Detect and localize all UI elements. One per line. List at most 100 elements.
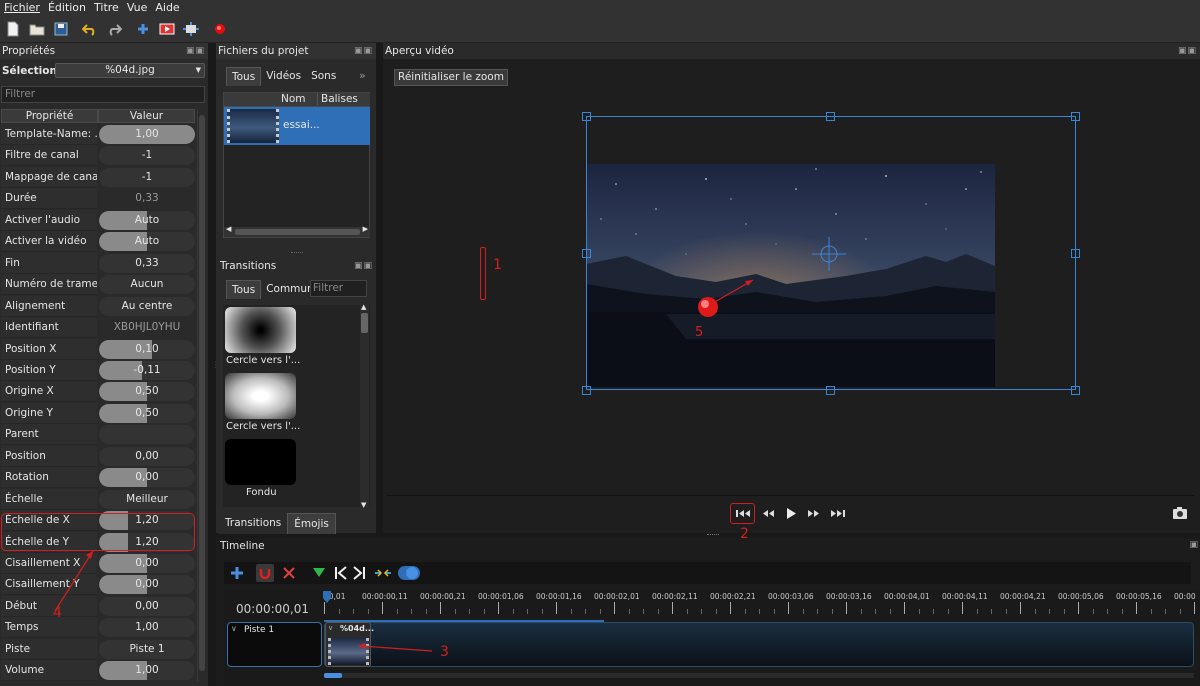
property-value[interactable] [99,425,195,445]
column-header-value[interactable]: Valeur [98,109,195,123]
timeline-ruler[interactable]: 00,01 00:00:00,11 00:00:00,21 00:00:01,06 00… [324,590,1196,618]
property-value[interactable]: 0,00 [99,446,195,466]
scroll-down-icon[interactable]: ▼ [361,501,366,509]
property-row[interactable]: Fin 0,33 [1,252,197,274]
zoom-slider-handle[interactable] [406,567,418,579]
property-row[interactable]: Temps 1,00 [1,617,197,639]
crosshair-icon[interactable] [812,237,846,271]
dock-float-close-icon[interactable]: ▣▣ [1178,43,1197,59]
dock-float-close-icon[interactable]: ▣ [1189,540,1198,550]
property-row[interactable]: Origine Y 0,50 [1,402,197,424]
timeline-hscrollbar[interactable] [324,673,1194,678]
splitter-handle[interactable] [291,252,303,253]
property-value[interactable]: -0,11 [99,360,195,380]
timeline-hscroll-thumb[interactable] [324,673,342,678]
transform-handle-left[interactable] [582,249,591,258]
column-header-property[interactable]: Propriété [1,109,98,123]
profile-icon[interactable] [158,20,175,37]
property-value[interactable]: Au centre [99,296,195,316]
property-row[interactable]: Activer l'audio Auto [1,209,197,231]
jump-to-start-icon[interactable] [735,508,751,519]
reset-zoom-button[interactable]: Réinitialiser le zoom [394,69,508,86]
property-value[interactable]: Auto [99,210,195,230]
menu-vue[interactable]: Vue [123,0,152,15]
playhead-icon[interactable] [322,590,332,604]
transitions-scroll-thumb[interactable] [361,313,368,333]
property-value[interactable]: Auto [99,232,195,252]
property-row[interactable]: Parent [1,424,197,446]
property-row[interactable]: Alignement Au centre [1,295,197,317]
file-item[interactable]: essai... [224,107,370,145]
properties-scroll-thumb[interactable] [199,115,205,671]
transition-thumb-circle-in[interactable] [225,373,296,419]
property-row[interactable]: Mappage de canaux -1 [1,166,197,188]
property-value[interactable]: 0,10 [99,339,195,359]
record-icon[interactable] [211,20,228,37]
tab-emojis[interactable]: Émojis [287,513,336,534]
property-row[interactable]: Échelle Meilleur ajustement [1,488,197,510]
files-hscrollbar[interactable]: ◀ ▶ [224,225,370,237]
razor-icon[interactable] [282,566,296,580]
save-icon[interactable] [52,20,69,37]
property-value[interactable]: 0,00 [99,575,195,595]
transform-handle-bottom[interactable] [826,386,835,395]
tab-audio[interactable]: Sons [306,67,341,86]
menu-fichier[interactable]: Fichier [0,0,44,15]
fast-forward-icon[interactable] [807,508,821,519]
property-row[interactable]: Activer la vidéo Auto [1,231,197,253]
splitter-handle[interactable] [707,534,719,535]
properties-filter-input[interactable]: Filtrer [1,86,205,103]
scroll-right-icon[interactable]: ▶ [363,225,368,233]
property-value[interactable]: XB0HJL0YHU [99,318,195,337]
property-value[interactable]: 0,33 [99,253,195,273]
tab-transitions[interactable]: Transitions [219,513,288,534]
transform-handle-right[interactable] [1071,249,1080,258]
transition-thumb-fade[interactable] [225,439,296,485]
track-lane[interactable] [324,622,1194,667]
dock-float-close-icon[interactable]: ▣▣ [354,258,373,274]
column-header-tags[interactable]: Balises [317,93,358,105]
property-value[interactable]: 0,50 [99,382,195,402]
preview-canvas[interactable]: Réinitialiser le zoom 5 1 [387,59,1194,496]
property-row[interactable]: Numéro de trame Aucun [1,274,197,296]
add-file-icon[interactable] [134,20,151,37]
center-playhead-icon[interactable] [374,568,392,578]
splitter-handle[interactable]: ⋮ [212,360,220,376]
next-marker-icon[interactable] [352,566,366,580]
property-value[interactable]: Piste 1 [99,639,195,659]
property-row[interactable]: Identifiant XB0HJL0YHU [1,317,197,339]
property-value[interactable]: 1,00 [99,125,195,144]
property-row[interactable]: Origine X 0,50 [1,381,197,403]
rewind-icon[interactable] [761,508,775,519]
menu-edition[interactable]: Édition [44,0,90,15]
add-track-icon[interactable] [230,566,244,580]
undo-icon[interactable] [81,20,98,37]
new-file-icon[interactable] [4,20,21,37]
menu-titre[interactable]: Titre [90,0,123,15]
redo-icon[interactable] [105,20,122,37]
fullscreen-icon[interactable] [182,20,199,37]
property-value[interactable]: -1 [99,167,195,187]
property-value[interactable]: Aucun [99,275,195,295]
property-value[interactable]: 0,00 [99,554,195,573]
tab-all-files[interactable]: Tous [226,67,262,86]
tab-videos[interactable]: Vidéos [261,67,306,86]
transform-handle-bottom-left[interactable] [582,386,591,395]
property-row[interactable]: Volume 1,00 [1,660,197,682]
transform-handle-top[interactable] [826,112,835,121]
open-folder-icon[interactable] [28,20,45,37]
track-header[interactable]: ∨ Piste 1 [227,622,322,667]
files-hscroll-thumb[interactable] [235,229,360,235]
chevron-down-icon[interactable]: ∨ [231,624,237,633]
tab-all-transitions[interactable]: Tous [226,280,262,299]
column-header-name[interactable]: Nom [281,93,306,105]
scroll-up-icon[interactable]: ▲ [361,303,366,311]
menu-aide[interactable]: Aide [151,0,183,15]
zoom-slider[interactable] [398,566,420,580]
property-row[interactable]: Filtre de canal -1 [1,145,197,167]
transform-handle-top-left[interactable] [582,112,591,121]
jump-to-end-icon[interactable] [830,508,846,519]
property-value[interactable]: Meilleur ajustement [99,489,195,509]
selection-combobox[interactable]: %04d.jpg ▼ [55,63,205,78]
property-value[interactable]: 0,00 [99,468,195,488]
